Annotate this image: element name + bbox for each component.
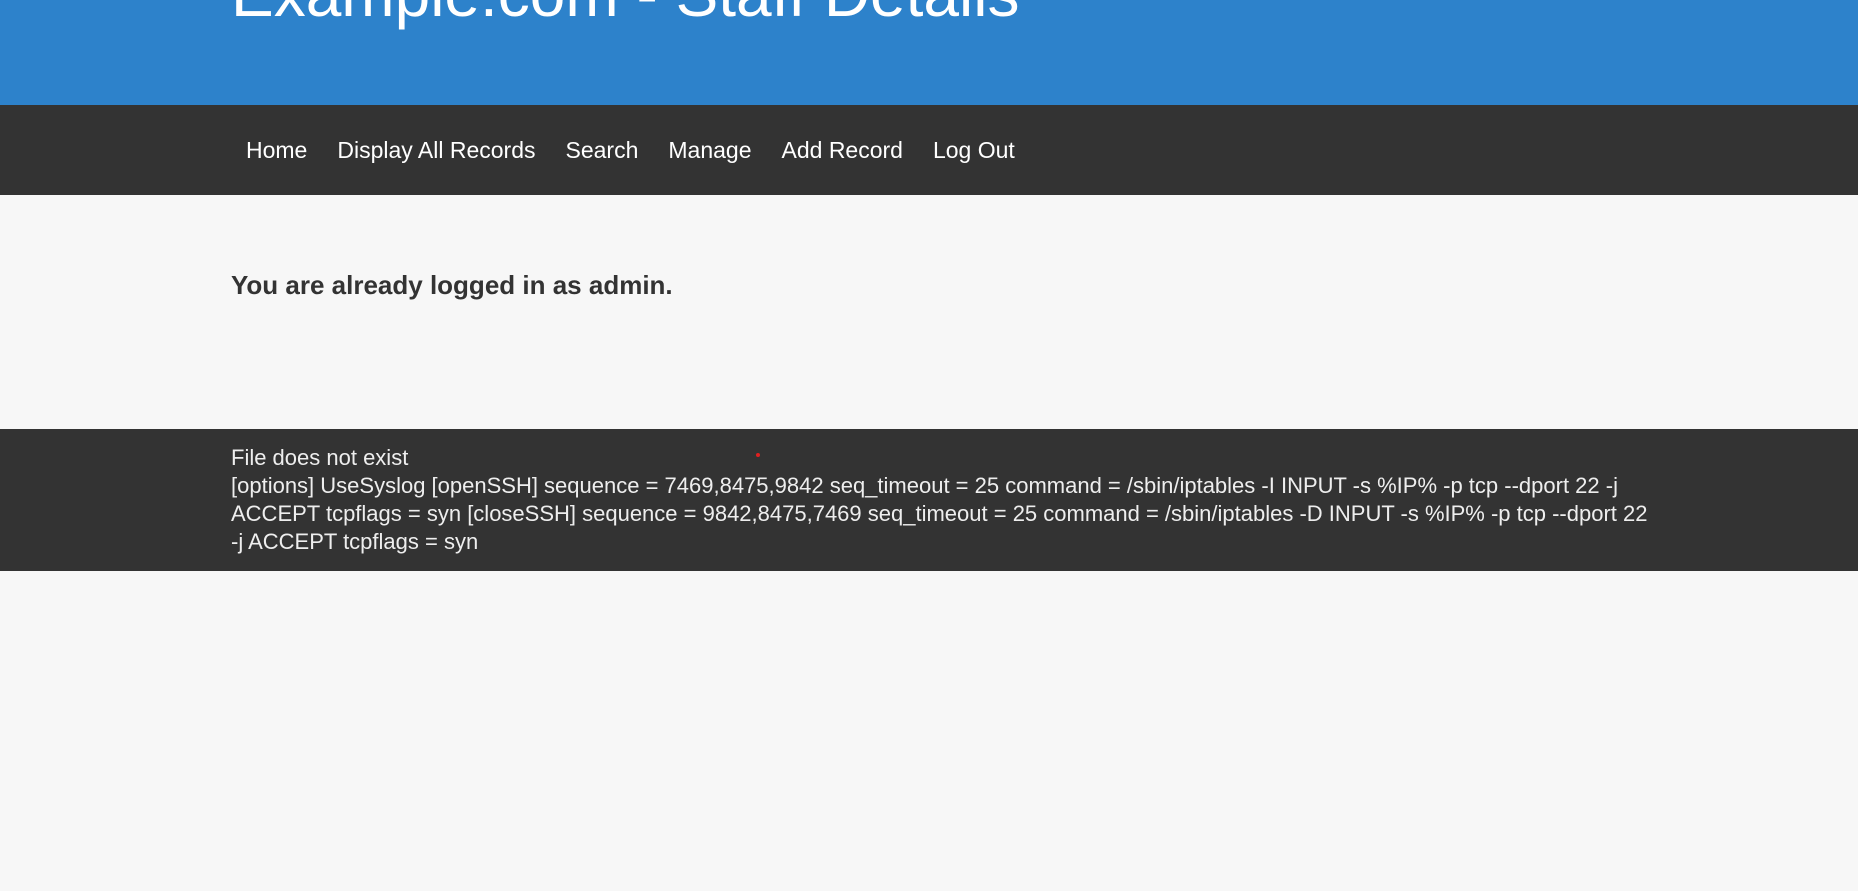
nav-link-home[interactable]: Home — [231, 105, 322, 195]
nav-item-home: Home — [231, 105, 322, 195]
site-title: Example.com - Staff Details — [231, 0, 1019, 30]
nav-item-search: Search — [551, 105, 654, 195]
file-status-text: File does not exist — [231, 445, 409, 470]
cursor-dot — [756, 453, 760, 457]
nav-link-log-out[interactable]: Log Out — [918, 105, 1030, 195]
nav-link-search[interactable]: Search — [551, 105, 654, 195]
nav-link-display-all-records[interactable]: Display All Records — [322, 105, 550, 195]
site-header: Example.com - Staff Details — [0, 0, 1858, 105]
nav-item-display-all: Display All Records — [322, 105, 550, 195]
login-status-message: You are already logged in as admin. — [231, 270, 673, 300]
nav-link-add-record[interactable]: Add Record — [767, 105, 918, 195]
nav-list: Home Display All Records Search Manage A… — [231, 105, 1030, 195]
nav-item-manage: Manage — [653, 105, 766, 195]
nav-link-manage[interactable]: Manage — [653, 105, 766, 195]
nav-item-log-out: Log Out — [918, 105, 1030, 195]
nav-item-add-record: Add Record — [767, 105, 918, 195]
page-footer: File does not exist [options] UseSyslog … — [0, 429, 1858, 571]
knockd-config-text: [options] UseSyslog [openSSH] sequence =… — [231, 473, 1648, 554]
footer-content: File does not exist [options] UseSyslog … — [231, 444, 1651, 556]
main-navbar: Home Display All Records Search Manage A… — [0, 105, 1858, 195]
